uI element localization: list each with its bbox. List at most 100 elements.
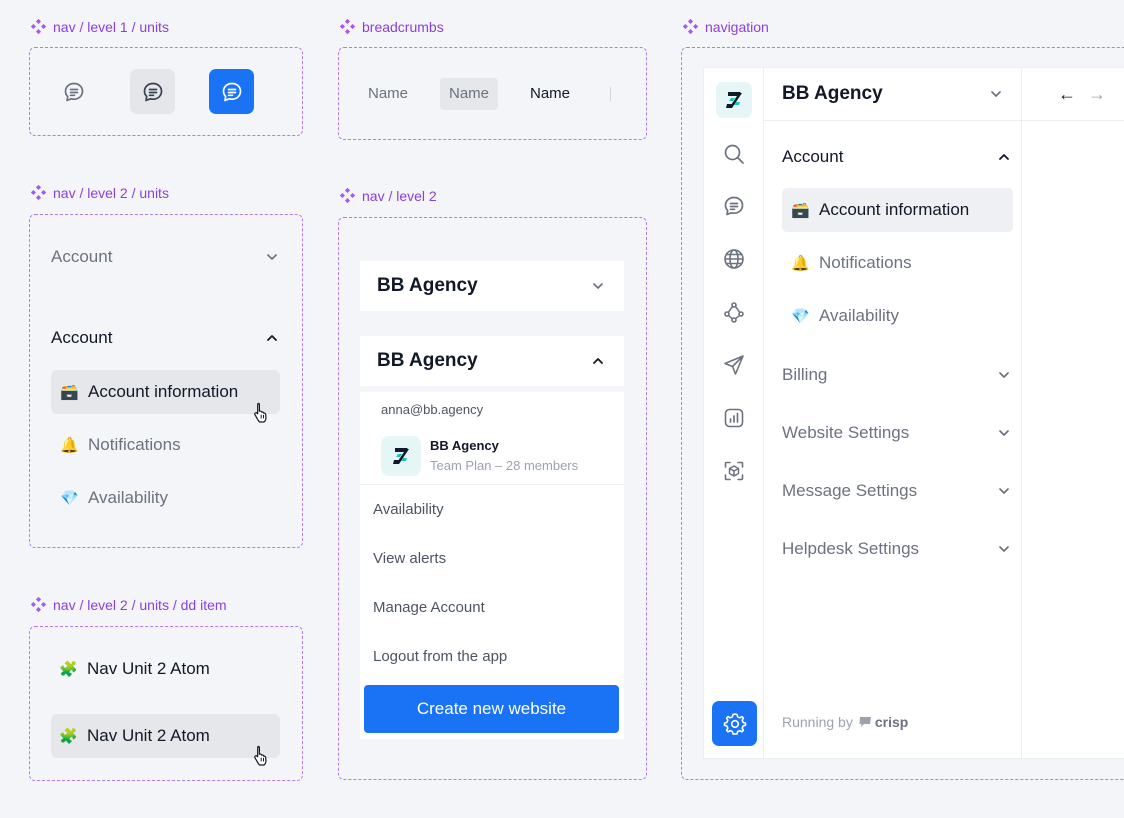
component-diamond-icon bbox=[339, 18, 356, 35]
chevron-down-icon bbox=[264, 249, 280, 265]
section-label-dd-item: nav / level 2 / units / dd item bbox=[30, 596, 227, 613]
agency-dropdown-menu: anna@bb.agency BB Agency Team Plan – 28 … bbox=[360, 392, 624, 739]
chat-unit-default[interactable] bbox=[51, 69, 96, 114]
section-label-level2: nav / level 2 bbox=[339, 187, 437, 204]
history-bar: ← → bbox=[1022, 68, 1124, 121]
chat-icon bbox=[62, 80, 86, 104]
section-billing[interactable]: Billing bbox=[782, 365, 1012, 385]
section-message-settings[interactable]: Message Settings bbox=[782, 481, 1012, 501]
gem-icon: 💎 bbox=[60, 490, 79, 507]
component-diamond-icon bbox=[30, 596, 47, 613]
gem-icon: 💎 bbox=[791, 308, 810, 325]
chat-icon bbox=[141, 80, 165, 104]
chat-icon bbox=[722, 194, 746, 218]
workspace-logo bbox=[381, 436, 421, 476]
nav-account-information[interactable]: 🗃️ Account information bbox=[782, 188, 1013, 232]
subitem-availability[interactable]: 💎 Availability bbox=[51, 476, 280, 520]
chevron-up-icon bbox=[590, 353, 606, 369]
account-row-expanded[interactable]: Account bbox=[51, 328, 280, 348]
puzzle-icon: 🧩 bbox=[59, 661, 78, 678]
section-label-breadcrumbs: breadcrumbs bbox=[339, 18, 444, 35]
rail-network[interactable] bbox=[721, 299, 747, 325]
network-icon bbox=[724, 302, 744, 323]
card-box-icon: 🗃️ bbox=[791, 202, 810, 219]
subitem-account-information[interactable]: 🗃️ Account information bbox=[51, 370, 280, 414]
breadcrumb-item-current[interactable]: Name bbox=[521, 78, 579, 110]
workspace-switcher[interactable]: BB Agency bbox=[764, 68, 1022, 121]
breadcrumb-item-hover[interactable]: Name bbox=[440, 78, 499, 110]
chevron-down-icon bbox=[996, 367, 1012, 383]
agency-switcher-expanded[interactable]: BB Agency bbox=[360, 336, 624, 386]
chevron-down-icon bbox=[996, 483, 1012, 499]
nav-unit-atom-hover[interactable]: 🧩 Nav Unit 2 Atom bbox=[51, 714, 280, 758]
chat-unit-hover[interactable] bbox=[130, 69, 175, 114]
agency-switcher-collapsed[interactable]: BB Agency bbox=[360, 261, 624, 311]
bell-icon: 🔔 bbox=[60, 437, 79, 454]
chevron-down-icon bbox=[996, 541, 1012, 557]
account-email: anna@bb.agency bbox=[381, 402, 484, 417]
rail-chat[interactable] bbox=[721, 193, 747, 219]
brand-logo-icon bbox=[722, 88, 746, 112]
hand-cursor-icon bbox=[250, 400, 274, 424]
section-label-level1-units: nav / level 1 / units bbox=[30, 18, 169, 35]
send-icon bbox=[724, 355, 744, 375]
puzzle-icon: 🧩 bbox=[59, 728, 78, 745]
rail-globe[interactable] bbox=[721, 246, 747, 272]
breadcrumb-separator bbox=[610, 87, 611, 101]
account-row-collapsed[interactable]: Account bbox=[51, 247, 280, 267]
brand-logo-icon bbox=[389, 444, 413, 468]
workspace-plan: Team Plan – 28 members bbox=[430, 458, 579, 473]
component-diamond-icon bbox=[30, 18, 47, 35]
rail-search[interactable] bbox=[721, 141, 747, 167]
section-helpdesk-settings[interactable]: Helpdesk Settings bbox=[782, 539, 1012, 559]
rail-settings[interactable] bbox=[712, 701, 757, 746]
app-logo[interactable] bbox=[716, 82, 752, 118]
gear-icon bbox=[723, 712, 746, 735]
menu-item-view-alerts[interactable]: View alerts bbox=[373, 550, 446, 567]
divider bbox=[360, 484, 624, 485]
nav-unit-atom-default[interactable]: 🧩 Nav Unit 2 Atom bbox=[51, 647, 280, 691]
subitem-notifications[interactable]: 🔔 Notifications bbox=[51, 423, 280, 467]
component-diamond-icon bbox=[30, 184, 47, 201]
menu-item-logout[interactable]: Logout from the app bbox=[373, 648, 507, 665]
search-icon bbox=[724, 144, 744, 164]
settings-panel: BB Agency Account 🗃️ Account information… bbox=[764, 68, 1022, 758]
forward-arrow-icon[interactable]: → bbox=[1088, 84, 1106, 105]
back-arrow-icon[interactable]: ← bbox=[1058, 84, 1076, 105]
component-diamond-icon bbox=[682, 18, 699, 35]
analytics-icon bbox=[724, 408, 744, 428]
crisp-brand[interactable]: crisp bbox=[859, 714, 908, 730]
box-icon bbox=[724, 461, 744, 481]
icon-rail bbox=[704, 68, 764, 758]
menu-item-manage-account[interactable]: Manage Account bbox=[373, 599, 485, 616]
rail-analytics[interactable] bbox=[721, 405, 747, 431]
chevron-down-icon bbox=[590, 278, 606, 294]
chevron-down-icon bbox=[996, 425, 1012, 441]
bell-icon: 🔔 bbox=[791, 255, 810, 272]
workspace-name: BB Agency bbox=[430, 438, 499, 453]
menu-item-availability[interactable]: Availability bbox=[373, 501, 444, 518]
nav-availability[interactable]: 💎 Availability bbox=[782, 294, 1013, 338]
section-label-navigation: navigation bbox=[682, 18, 769, 35]
create-new-website-button[interactable]: Create new website bbox=[364, 685, 619, 733]
hand-cursor-icon bbox=[250, 743, 274, 767]
chat-icon bbox=[220, 80, 244, 104]
powered-by-footer: Running by crisp bbox=[782, 714, 909, 730]
crisp-logo-icon bbox=[859, 717, 871, 727]
chat-unit-active[interactable] bbox=[209, 69, 254, 114]
rail-send[interactable] bbox=[721, 352, 747, 378]
workspace-title: BB Agency bbox=[782, 83, 883, 104]
section-account[interactable]: Account bbox=[782, 147, 1012, 167]
section-website-settings[interactable]: Website Settings bbox=[782, 423, 1012, 443]
nav-notifications[interactable]: 🔔 Notifications bbox=[782, 241, 1013, 285]
breadcrumb-item-default[interactable]: Name bbox=[359, 78, 417, 110]
chevron-up-icon bbox=[264, 330, 280, 346]
rail-box[interactable] bbox=[721, 458, 747, 484]
component-diamond-icon bbox=[339, 187, 356, 204]
card-box-icon: 🗃️ bbox=[60, 384, 79, 401]
globe-icon bbox=[724, 249, 744, 269]
navigation-shell: BB Agency Account 🗃️ Account information… bbox=[703, 67, 1124, 759]
chevron-up-icon bbox=[996, 149, 1012, 165]
chevron-down-icon bbox=[988, 86, 1004, 102]
section-label-level2-units: nav / level 2 / units bbox=[30, 184, 169, 201]
